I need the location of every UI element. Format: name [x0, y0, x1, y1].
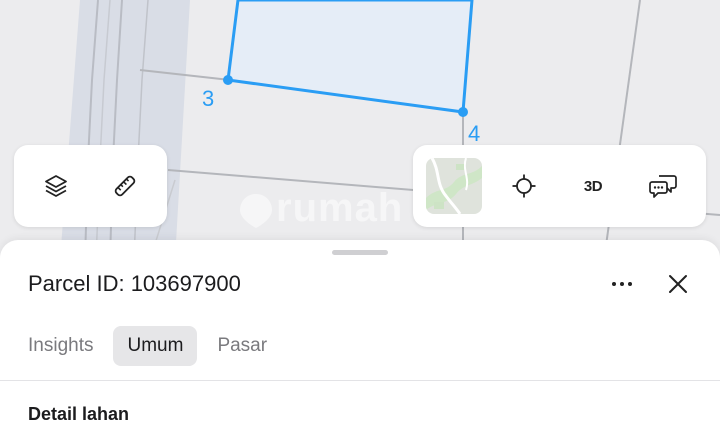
section-title-land-detail: Detail lahan [28, 404, 130, 424]
vertex-label-3: 3 [202, 86, 214, 111]
more-horizontal-icon [612, 282, 632, 286]
vertex-label-4: 4 [468, 121, 480, 146]
layers-icon [45, 175, 67, 197]
close-icon [669, 275, 687, 293]
more-options-button[interactable] [606, 268, 638, 300]
chat-bubbles-icon [649, 175, 677, 198]
layers-button[interactable] [36, 166, 76, 206]
tabs-divider [0, 380, 720, 381]
measure-button[interactable] [105, 166, 145, 206]
tab-pasar[interactable]: Pasar [203, 326, 281, 366]
3d-button[interactable]: 3D [573, 166, 613, 206]
map-thumbnail-icon [426, 158, 482, 214]
tab-umum[interactable]: Umum [113, 326, 198, 366]
close-button[interactable] [662, 268, 694, 300]
map-tools-left [14, 145, 167, 227]
locate-button[interactable] [504, 166, 544, 206]
parcel-vertex-4 [458, 107, 468, 117]
ruler-icon [114, 175, 136, 197]
feedback-button[interactable] [643, 166, 683, 206]
basemap-thumbnail[interactable] [426, 158, 482, 214]
3d-label: 3D [583, 177, 603, 195]
tab-insights[interactable]: Insights [14, 326, 107, 366]
map-tools-right: 3D [413, 145, 706, 227]
parcel-detail-sheet: Parcel ID: 103697900 Insights Umum Pasar… [0, 240, 720, 440]
parcel-vertex-3 [223, 75, 233, 85]
sheet-drag-handle[interactable] [332, 250, 388, 255]
sheet-tabs: Insights Umum Pasar [14, 326, 287, 366]
crosshair-icon [512, 174, 536, 198]
parcel-title: Parcel ID: 103697900 [28, 271, 241, 296]
